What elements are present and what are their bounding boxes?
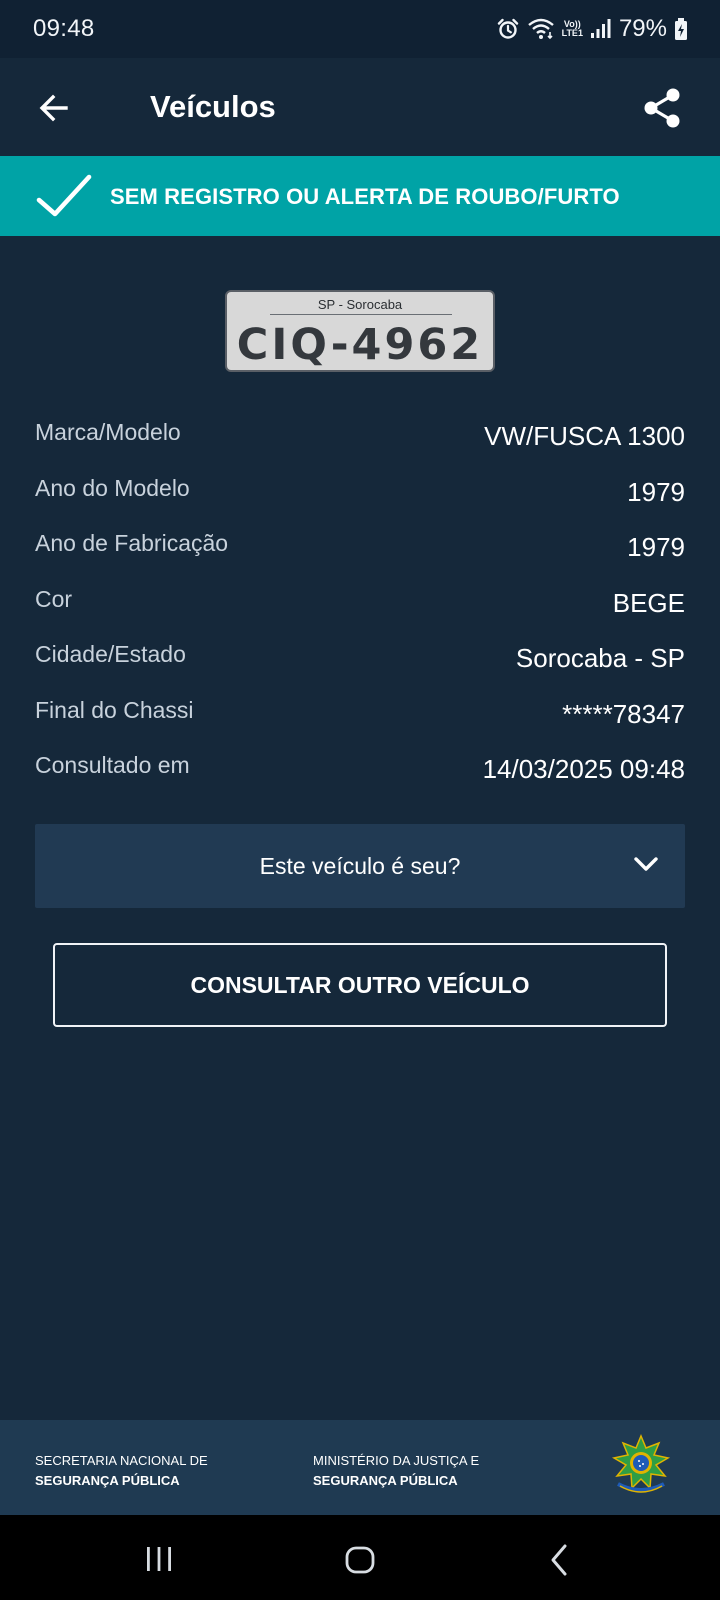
wifi-icon (527, 17, 555, 41)
info-label: Cor (35, 585, 73, 612)
info-value: *****78347 (562, 698, 685, 729)
consult-another-vehicle-button[interactable]: CONSULTAR OUTRO VEÍCULO (53, 943, 667, 1027)
info-row-cidade-estado: Cidade/Estado Sorocaba - SP (35, 637, 685, 693)
checkmark-icon (36, 174, 92, 223)
info-row-final-chassi: Final do Chassi *****78347 (35, 693, 685, 749)
status-bar: 09:48 Vo)) LTE1 79% (0, 0, 720, 58)
footer-right-line2: SEGURANÇA PÚBLICA (313, 1473, 458, 1488)
plate-location: SP - Sorocaba (317, 297, 403, 312)
signal-icon (590, 18, 612, 40)
info-value: 1979 (627, 532, 685, 562)
info-value: 14/03/2025 09:48 (482, 754, 685, 784)
coat-of-arms-icon (610, 1434, 672, 1505)
status-banner-text: SEM REGISTRO OU ALERTA DE ROUBO/FURTO (110, 184, 620, 209)
status-icons: Vo)) LTE1 79% (496, 15, 688, 43)
footer-right-line1: MINISTÉRIO DA JUSTIÇA E (313, 1453, 480, 1468)
info-row-ano-fabricacao: Ano de Fabricação 1979 (35, 526, 685, 582)
system-back-button[interactable] (548, 1543, 570, 1582)
consult-another-vehicle-label: CONSULTAR OUTRO VEÍCULO (190, 971, 530, 998)
info-row-consultado-em: Consultado em 14/03/2025 09:48 (35, 748, 685, 804)
info-value: VW/FUSCA 1300 (484, 421, 685, 451)
vehicle-info-list: Marca/Modelo VW/FUSCA 1300 Ano do Modelo… (35, 415, 685, 804)
back-button[interactable] (34, 88, 74, 128)
status-banner: SEM REGISTRO OU ALERTA DE ROUBO/FURTO (0, 156, 720, 236)
ownership-dropdown[interactable]: Este veículo é seu? (35, 824, 685, 908)
info-value: BEGE (612, 587, 685, 618)
info-value: 1979 (627, 476, 685, 507)
alarm-icon (496, 17, 520, 41)
system-nav-bar (0, 1515, 720, 1600)
info-row-marca-modelo: Marca/Modelo VW/FUSCA 1300 (35, 415, 685, 471)
info-label: Final do Chassi (35, 696, 194, 723)
lte-icon: Vo)) LTE1 (562, 20, 583, 38)
info-label: Ano do Modelo (35, 474, 190, 501)
footer: SECRETARIA NACIONAL DE SEGURANÇA PÚBLICA… (0, 1420, 720, 1515)
home-icon (345, 1546, 375, 1574)
footer-ministerio: MINISTÉRIO DA JUSTIÇA E SEGURANÇA PÚBLIC… (313, 1451, 479, 1491)
home-button[interactable] (344, 1545, 376, 1580)
network-label-bottom: LTE1 (561, 28, 583, 38)
info-label: Ano de Fabricação (35, 530, 229, 556)
info-label: Consultado em (35, 752, 190, 778)
plate-number: CIQ-4962 (236, 320, 484, 370)
footer-secretaria: SECRETARIA NACIONAL DE SEGURANÇA PÚBLICA (35, 1451, 208, 1491)
ownership-dropdown-label: Este veículo é seu? (259, 853, 461, 879)
battery-charging-icon (674, 17, 688, 41)
back-chevron-icon (551, 1544, 567, 1576)
footer-left-line2: SEGURANÇA PÚBLICA (35, 1473, 180, 1488)
arrow-left-icon (39, 94, 68, 122)
info-row-cor: Cor BEGE (35, 582, 685, 638)
share-button[interactable] (640, 86, 684, 130)
license-plate: SP - Sorocaba CIQ-4962 (225, 290, 495, 372)
share-icon (644, 88, 680, 128)
battery-percent: 79% (618, 15, 667, 42)
chevron-down-icon (633, 854, 659, 879)
info-label: Marca/Modelo (35, 419, 181, 445)
recents-icon (147, 1547, 171, 1571)
plate-divider (270, 314, 452, 315)
info-row-ano-modelo: Ano do Modelo 1979 (35, 471, 685, 527)
footer-left-line1: SECRETARIA NACIONAL DE (35, 1453, 208, 1468)
info-value: Sorocaba - SP (515, 643, 685, 673)
info-label: Cidade/Estado (35, 641, 186, 667)
app-bar: Veículos (0, 58, 720, 156)
recent-apps-button[interactable] (145, 1545, 173, 1578)
status-time: 09:48 (33, 15, 95, 42)
page-title: Veículos (150, 89, 276, 124)
